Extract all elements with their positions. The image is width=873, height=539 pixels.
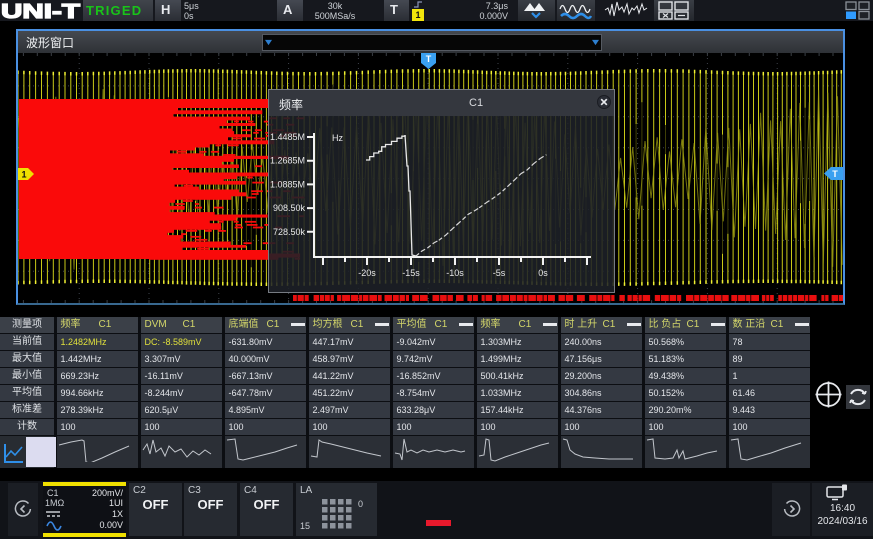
svg-text:1.0885M: 1.0885M: [270, 179, 305, 189]
svg-text:0s: 0s: [538, 268, 548, 278]
svg-text:-5s: -5s: [493, 268, 506, 278]
svg-text:728.50k: 728.50k: [273, 227, 306, 237]
svg-text:-20s: -20s: [358, 268, 376, 278]
svg-text:1: 1: [21, 170, 26, 180]
svg-text:-10s: -10s: [446, 268, 464, 278]
svg-text:T: T: [426, 54, 432, 64]
svg-text:-15s: -15s: [402, 268, 420, 278]
svg-text:1.4485M: 1.4485M: [270, 132, 305, 142]
svg-text:908.50k: 908.50k: [273, 203, 306, 213]
svg-text:1.2685M: 1.2685M: [270, 156, 305, 166]
svg-text:Hz: Hz: [332, 133, 343, 143]
svg-text:T: T: [832, 169, 838, 179]
